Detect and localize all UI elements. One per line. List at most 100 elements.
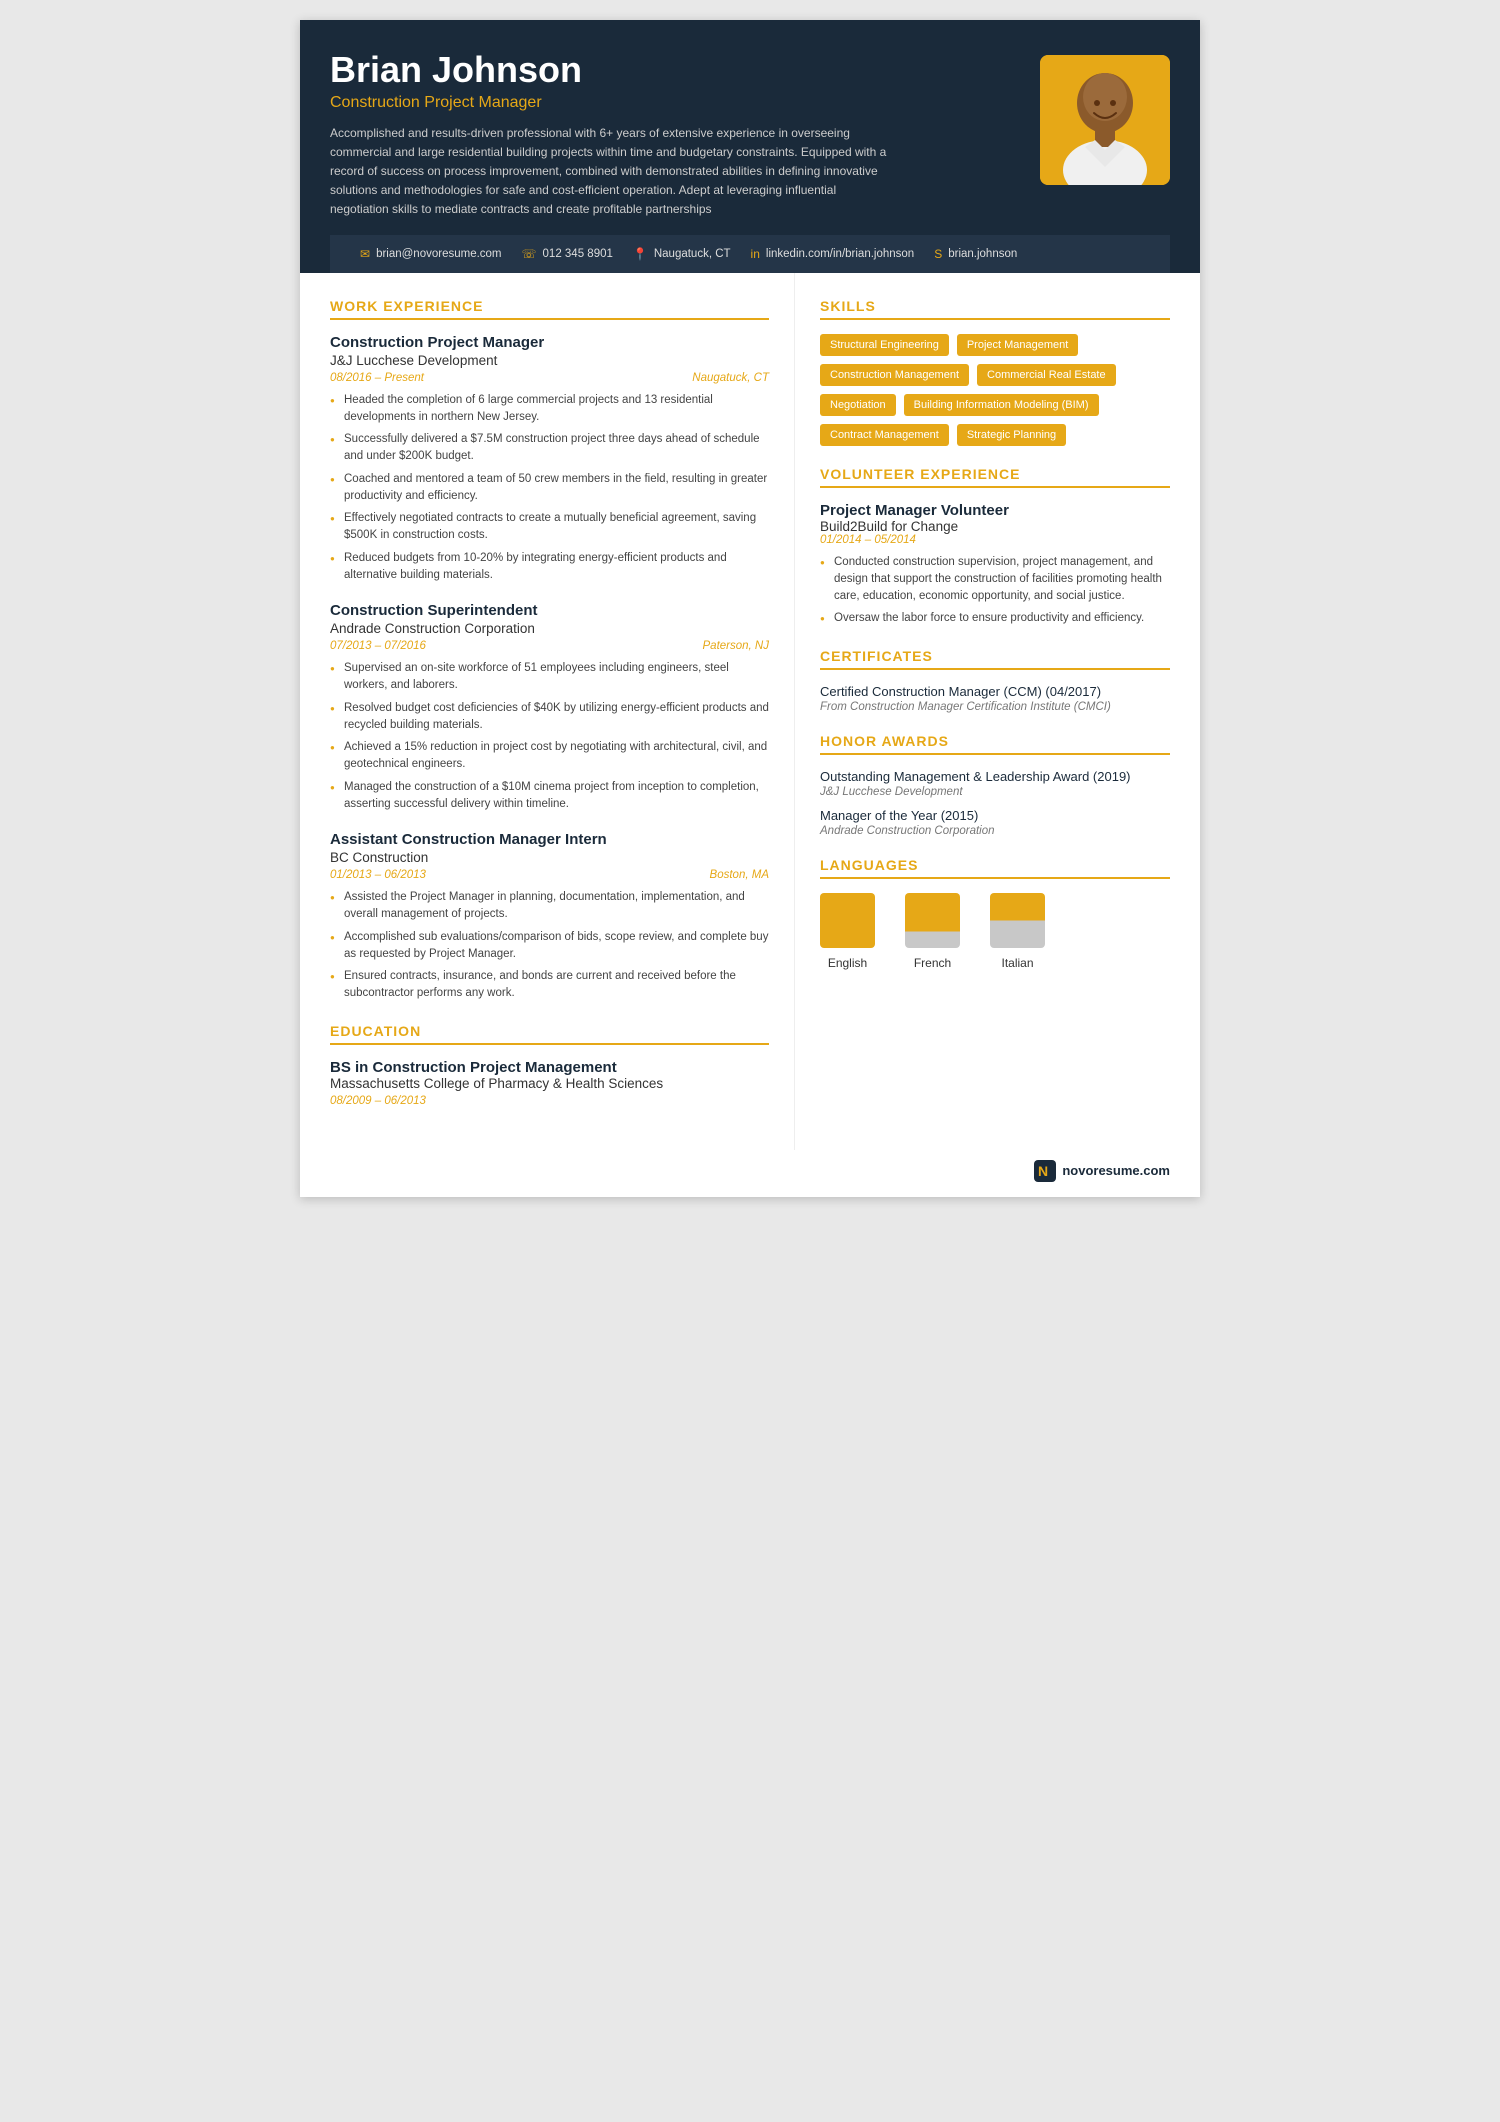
novoresume-logo-icon: N — [1034, 1160, 1056, 1182]
skill-tag: Negotiation — [820, 394, 896, 416]
resume-container: Brian Johnson Construction Project Manag… — [300, 20, 1200, 1197]
job-title-1: Construction Project Manager — [330, 334, 769, 351]
job-location-1: Naugatuck, CT — [692, 372, 769, 384]
list-item: Supervised an on-site workforce of 51 em… — [330, 660, 769, 695]
contact-bar: ✉ brian@novoresume.com ☏ 012 345 8901 📍 … — [330, 235, 1170, 273]
job-bullets-3: Assisted the Project Manager in planning… — [330, 889, 769, 1003]
contact-linkedin: in linkedin.com/in/brian.johnson — [751, 247, 915, 261]
volunteer-title: VOLUNTEER EXPERIENCE — [820, 466, 1170, 488]
main-content: WORK EXPERIENCE Construction Project Man… — [300, 273, 1200, 1150]
list-item: Reduced budgets from 10-20% by integrati… — [330, 550, 769, 585]
list-item: Accomplished sub evaluations/comparison … — [330, 929, 769, 964]
candidate-title: Construction Project Manager — [330, 94, 1020, 112]
certificate-entry: Certified Construction Manager (CCM) (04… — [820, 684, 1170, 713]
job-company-3: BC Construction — [330, 850, 769, 865]
list-item: Ensured contracts, insurance, and bonds … — [330, 968, 769, 1003]
edu-date: 08/2009 – 06/2013 — [330, 1095, 769, 1107]
job-company-2: Andrade Construction Corporation — [330, 621, 769, 636]
job-date-2: 07/2013 – 07/2016 — [330, 640, 426, 652]
job-title-2: Construction Superintendent — [330, 602, 769, 619]
contact-skype: S brian.johnson — [934, 247, 1017, 261]
work-entry-3: Assistant Construction Manager Intern BC… — [330, 831, 769, 1003]
education-entry: BS in Construction Project Management Ma… — [330, 1059, 769, 1107]
certificates-title: CERTIFICATES — [820, 648, 1170, 670]
phone-icon: ☏ — [522, 247, 537, 261]
language-name-italian: Italian — [1001, 956, 1033, 970]
location-icon: 📍 — [633, 247, 648, 261]
job-location-2: Paterson, NJ — [703, 640, 769, 652]
job-company-1: J&J Lucchese Development — [330, 353, 769, 368]
volunteer-org: Build2Build for Change — [820, 519, 1170, 534]
language-name-french: French — [914, 956, 951, 970]
language-name-english: English — [828, 956, 867, 970]
header-info: Brian Johnson Construction Project Manag… — [330, 50, 1040, 220]
job-bullets-1: Headed the completion of 6 large commerc… — [330, 392, 769, 585]
edu-school: Massachusetts College of Pharmacy & Heal… — [330, 1076, 769, 1091]
work-entry-2: Construction Superintendent Andrade Cons… — [330, 602, 769, 813]
candidate-summary: Accomplished and results-driven professi… — [330, 124, 890, 220]
languages-row: English French Italian — [820, 893, 1170, 970]
list-item: Resolved budget cost deficiencies of $40… — [330, 700, 769, 735]
email-icon: ✉ — [360, 247, 370, 261]
skills-title: SKILLS — [820, 298, 1170, 320]
footer-brand: N novoresume.com — [300, 1150, 1200, 1197]
award-entry-2: Manager of the Year (2015) Andrade Const… — [820, 808, 1170, 837]
skill-tag: Construction Management — [820, 364, 969, 386]
job-bullets-2: Supervised an on-site workforce of 51 em… — [330, 660, 769, 813]
job-meta-3: 01/2013 – 06/2013 Boston, MA — [330, 869, 769, 881]
brand-text: novoresume.com — [1062, 1163, 1170, 1178]
language-bar-italian — [990, 893, 1045, 948]
language-bar-english — [820, 893, 875, 948]
candidate-name: Brian Johnson — [330, 50, 1020, 90]
job-date-1: 08/2016 – Present — [330, 372, 424, 384]
list-item: Headed the completion of 6 large commerc… — [330, 392, 769, 427]
skill-tag: Commercial Real Estate — [977, 364, 1116, 386]
skill-tag: Structural Engineering — [820, 334, 949, 356]
svg-text:N: N — [1038, 1163, 1048, 1179]
list-item: Conducted construction supervision, proj… — [820, 554, 1170, 606]
language-italian: Italian — [990, 893, 1045, 970]
contact-email: ✉ brian@novoresume.com — [360, 247, 502, 261]
candidate-photo — [1040, 55, 1170, 185]
volunteer-job-title: Project Manager Volunteer — [820, 502, 1170, 519]
skill-tag: Contract Management — [820, 424, 949, 446]
languages-title: LANGUAGES — [820, 857, 1170, 879]
job-meta-2: 07/2013 – 07/2016 Paterson, NJ — [330, 640, 769, 652]
list-item: Assisted the Project Manager in planning… — [330, 889, 769, 924]
list-item: Effectively negotiated contracts to crea… — [330, 510, 769, 545]
contact-location: 📍 Naugatuck, CT — [633, 247, 731, 261]
skype-icon: S — [934, 247, 942, 261]
job-meta-1: 08/2016 – Present Naugatuck, CT — [330, 372, 769, 384]
award-name-2: Manager of the Year (2015) — [820, 808, 1170, 823]
job-date-3: 01/2013 – 06/2013 — [330, 869, 426, 881]
list-item: Oversaw the labor force to ensure produc… — [820, 610, 1170, 627]
volunteer-bullets: Conducted construction supervision, proj… — [820, 554, 1170, 628]
left-column: WORK EXPERIENCE Construction Project Man… — [300, 273, 795, 1150]
skill-tag: Project Management — [957, 334, 1079, 356]
award-entry-1: Outstanding Management & Leadership Awar… — [820, 769, 1170, 798]
volunteer-meta: 01/2014 – 05/2014 — [820, 534, 1170, 546]
award-name-1: Outstanding Management & Leadership Awar… — [820, 769, 1170, 784]
language-french: French — [905, 893, 960, 970]
list-item: Achieved a 15% reduction in project cost… — [330, 739, 769, 774]
cert-source: From Construction Manager Certification … — [820, 701, 1170, 713]
language-bar-french — [905, 893, 960, 948]
linkedin-icon: in — [751, 247, 760, 261]
cert-name: Certified Construction Manager (CCM) (04… — [820, 684, 1170, 699]
right-column: SKILLS Structural Engineering Project Ma… — [795, 273, 1200, 1150]
header-section: Brian Johnson Construction Project Manag… — [300, 20, 1200, 273]
volunteer-entry: Project Manager Volunteer Build2Build fo… — [820, 502, 1170, 628]
edu-degree: BS in Construction Project Management — [330, 1059, 769, 1076]
work-entry-1: Construction Project Manager J&J Lucches… — [330, 334, 769, 585]
education-title: EDUCATION — [330, 1023, 769, 1045]
skill-tag: Strategic Planning — [957, 424, 1066, 446]
honor-awards-title: HONOR AWARDS — [820, 733, 1170, 755]
list-item: Coached and mentored a team of 50 crew m… — [330, 471, 769, 506]
job-location-3: Boston, MA — [710, 869, 769, 881]
list-item: Managed the construction of a $10M cinem… — [330, 779, 769, 814]
work-experience-title: WORK EXPERIENCE — [330, 298, 769, 320]
skill-tag: Building Information Modeling (BIM) — [904, 394, 1099, 416]
award-org-2: Andrade Construction Corporation — [820, 825, 1170, 837]
award-org-1: J&J Lucchese Development — [820, 786, 1170, 798]
language-english: English — [820, 893, 875, 970]
